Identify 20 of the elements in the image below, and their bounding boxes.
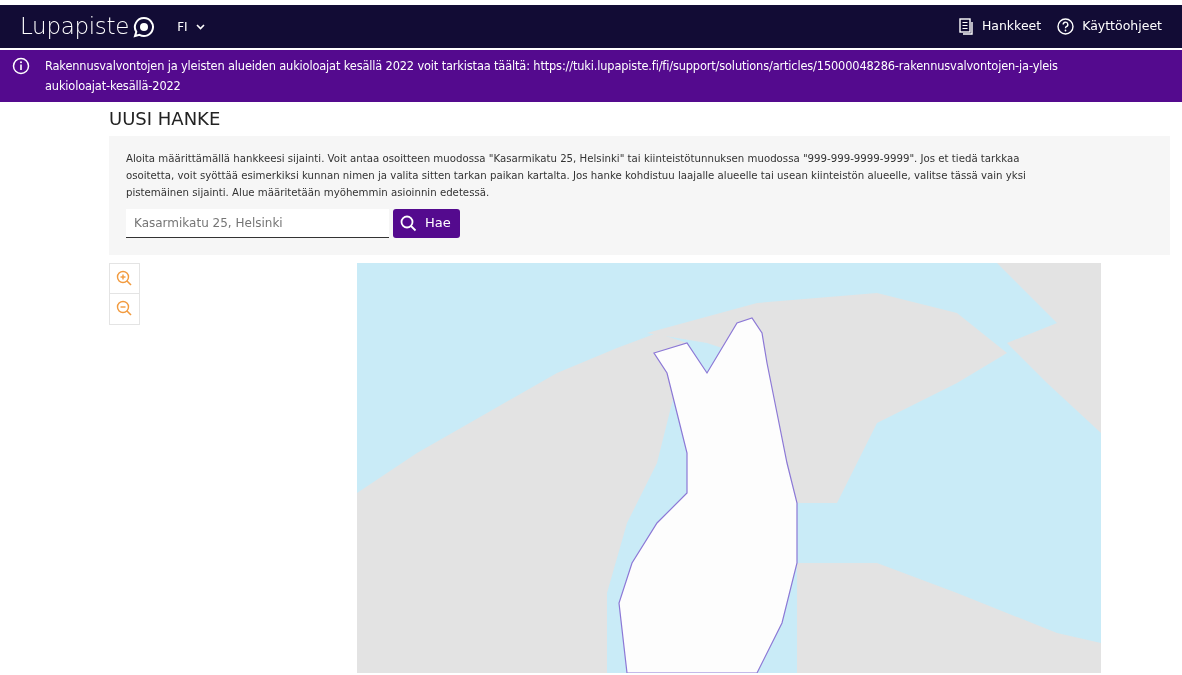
search-button[interactable]: Hae	[393, 208, 460, 238]
logo-text[interactable]: Lupapiste	[20, 9, 130, 44]
chevron-down-icon	[195, 23, 205, 30]
instructions-text: Aloita määrittämällä hankkeesi sijainti. Voit antaa osoitteen muodossa "Kasarmikatu 25, Helsinki" tai kiinteistötunnuksen muodossa "999-999-9999-9999". Jos et tiedä tarkkaa osoitetta, voit syöttää esimerkiksi kunnan nimen ja valita sitten tarkan paikan kartalta. Jos hanke kohdistuu laajalle alueelle tai usean kiinteistön alueelle, valitse tässä vain yksi pistemäinen sijainti. Alue määritetään myöhemmin asioinnin edetessä.	[126, 151, 1027, 200]
projects-link[interactable]: Hankkeet	[958, 17, 1042, 36]
help-link[interactable]: Käyttöohjeet	[1057, 17, 1162, 36]
document-icon	[958, 18, 974, 35]
language-dropdown[interactable]: FI	[171, 16, 211, 37]
address-search-field[interactable]: Kasarmikatu 25, Helsinki	[126, 208, 389, 238]
info-icon	[12, 57, 30, 75]
announcement-text: Rakennusvalvontojen ja yleisten alueiden aukioloajat kesällä 2022 voit tarkistaa täältä: https://tuki.lupapiste.fi/fi/support/solutions/articles/15000048286-rakennusvalvontojen-ja-yleis	[45, 58, 1058, 75]
speech-bubble-icon	[133, 15, 156, 38]
zoom-out-icon	[116, 300, 133, 318]
zoom-in-icon	[116, 269, 133, 287]
zoom-in-button[interactable]	[109, 262, 140, 294]
zoom-out-button[interactable]	[109, 293, 140, 325]
announcement-text: aukioloajat-kesällä-2022	[45, 78, 182, 95]
search-icon	[400, 214, 417, 232]
help-icon	[1057, 18, 1075, 35]
page-title: UUSI HANKE	[109, 108, 222, 130]
